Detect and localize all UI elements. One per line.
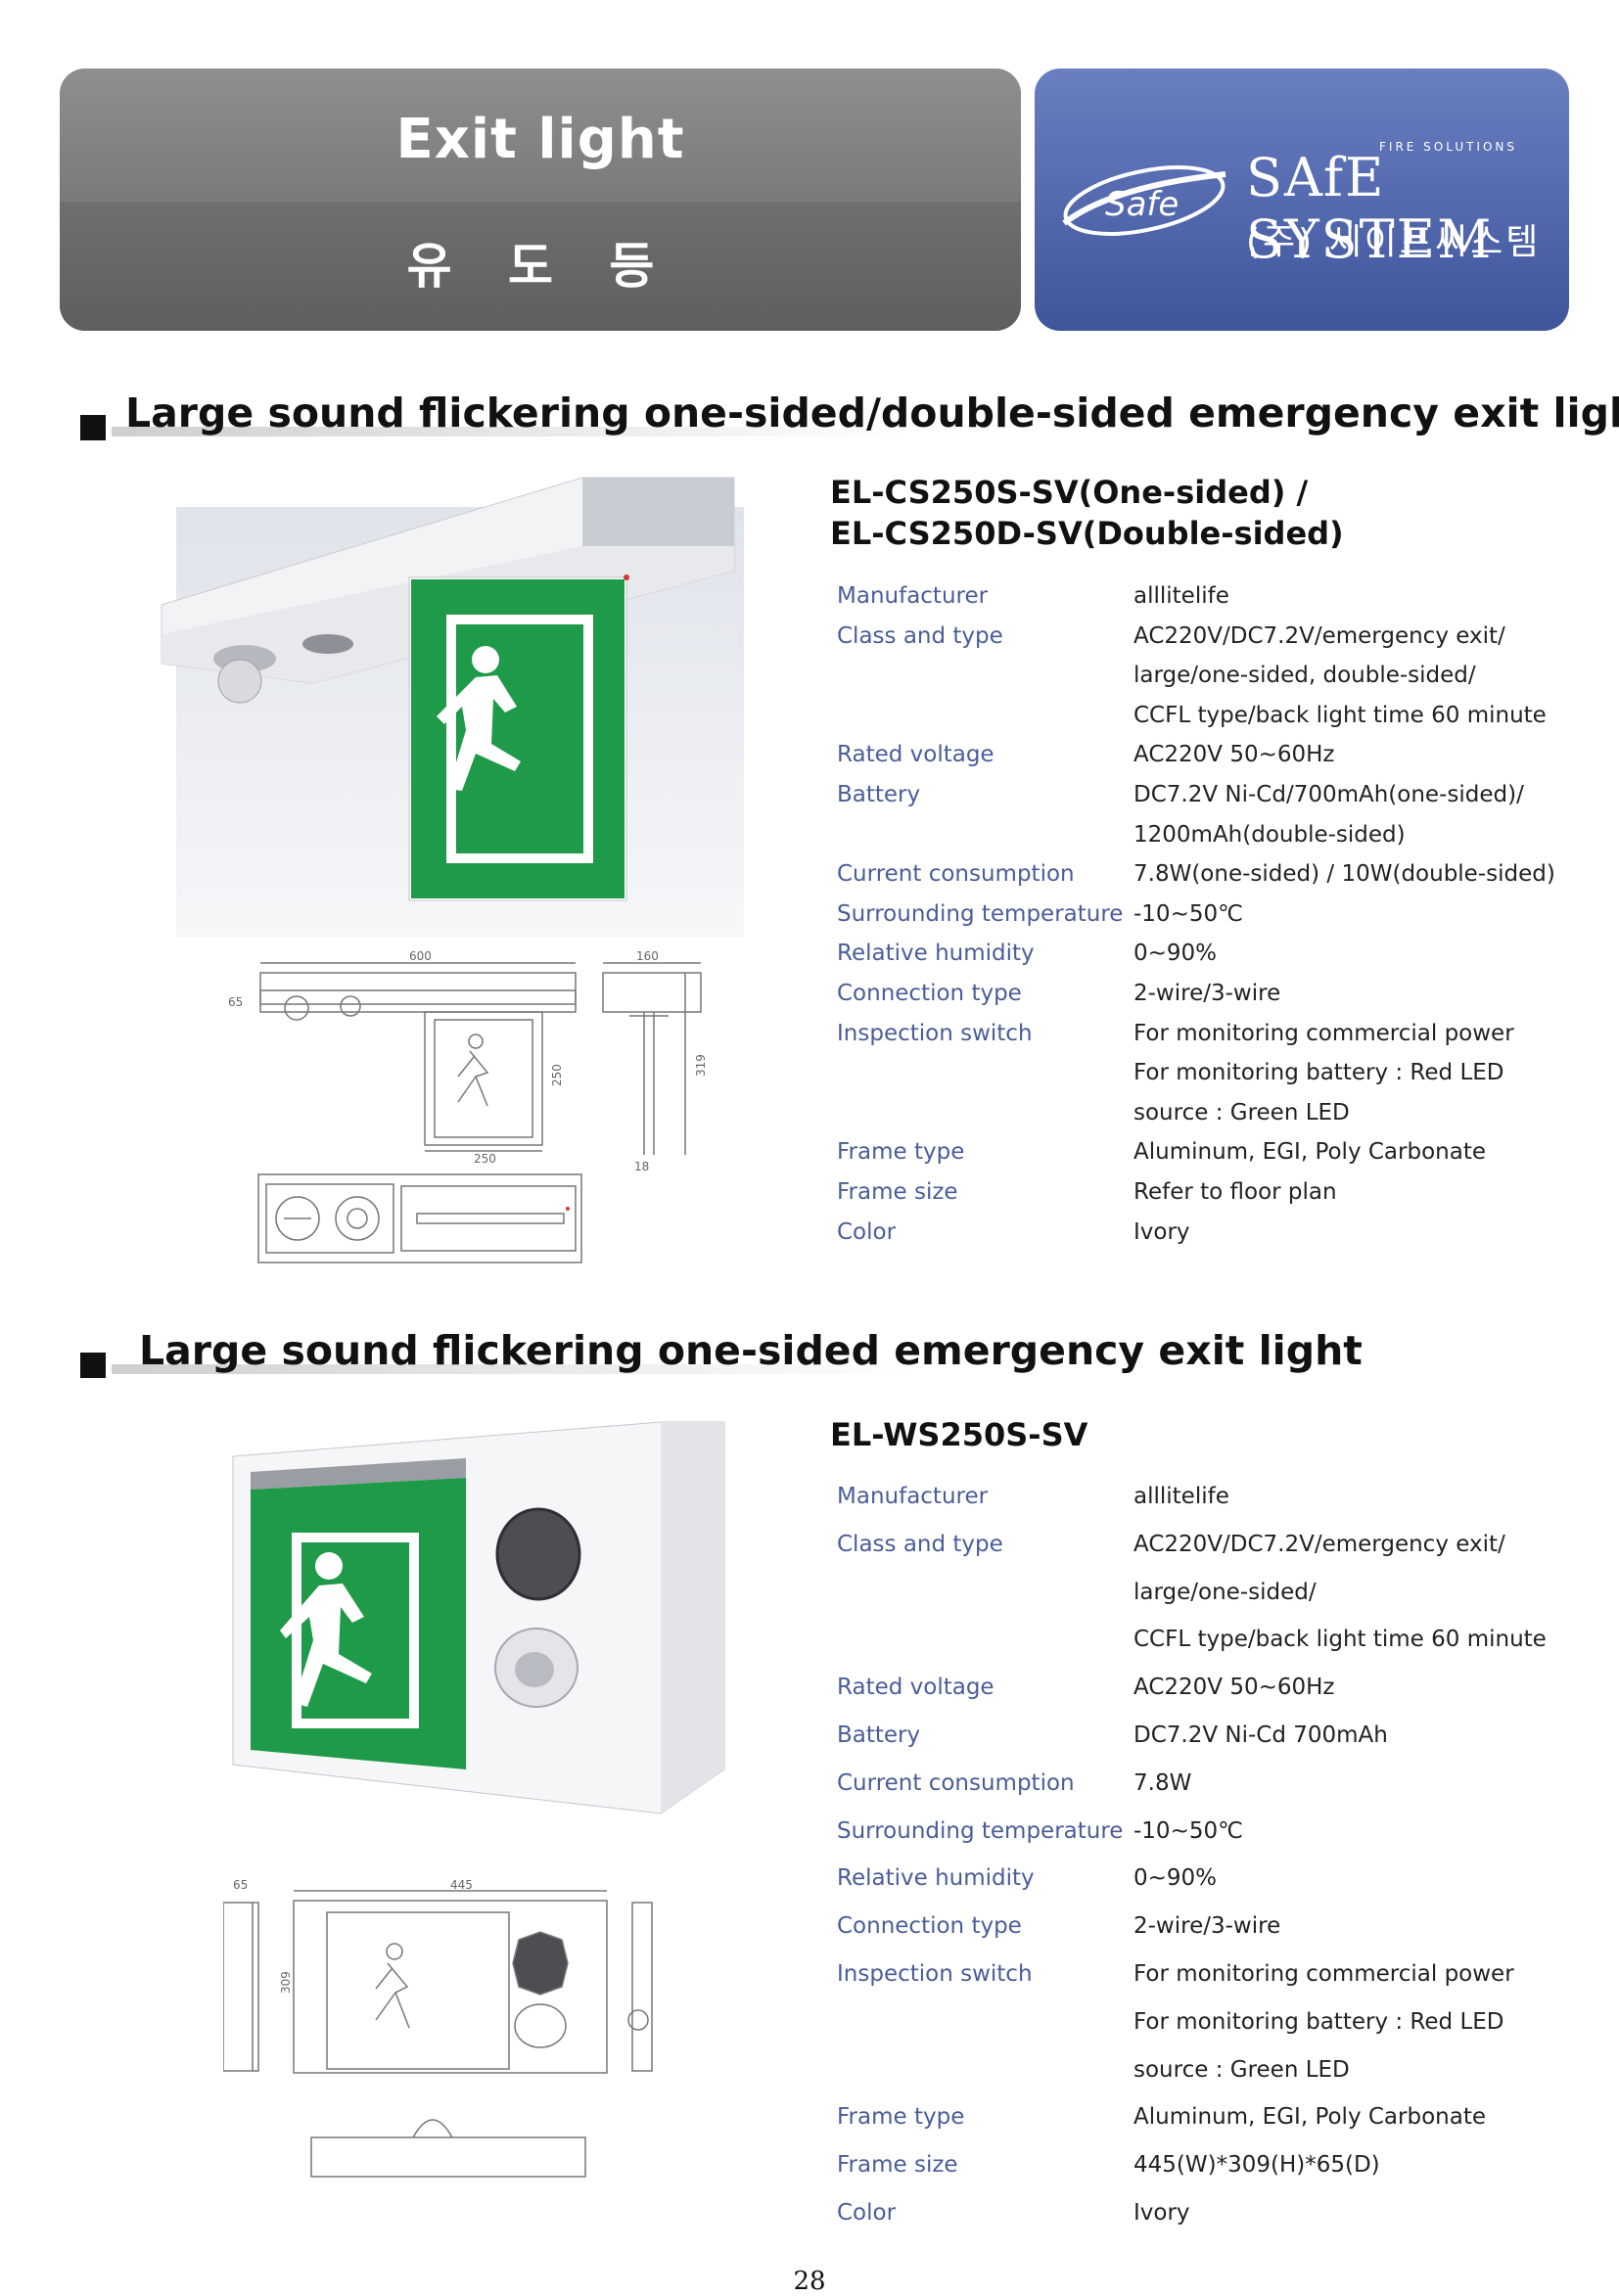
spec-value: 1200mAh(double-sided) [1133,821,1406,848]
section2-title: Large sound flickering one-sided emergen… [139,1327,1363,1374]
brand-name-korean: (주) 세이프씨스템 [1246,222,1542,262]
page-subtitle-korean: 유 도 등 [406,238,674,295]
dim-600: 600 [409,949,432,963]
spec-value: AC220V 50~60Hz [1133,742,1335,768]
product1-photo [117,468,744,938]
spec-label: Class and type [837,1531,1003,1557]
spec-value: DC7.2V Ni-Cd/700mAh(one-sided)/ [1133,782,1524,807]
product1-drawing: 600 160 65 250 250 319 18 [228,949,708,1263]
page-number: 28 [793,2267,826,2296]
spec-value: CCFL type/back light time 60 minute [1133,702,1547,728]
spec-value: 0~90% [1133,1865,1218,1892]
spec-value: 2-wire/3-wire [1133,1913,1281,1940]
spec-label: Frame type [837,1139,965,1166]
spec-label: Connection type [837,981,1022,1006]
section1-spec-table: Manufacturer alllitelife Class and type AC2… [837,583,1581,1259]
spec-value: Ivory [1133,2200,1190,2226]
section1-title: Large sound flickering one-sided/double-… [125,390,1619,436]
dim-309: 309 [279,1971,293,1994]
spec-value: 7.8W [1133,1769,1192,1796]
dim-319: 319 [694,1054,708,1077]
dim-18: 18 [634,1160,649,1173]
spec-value: DC7.2V Ni-Cd 700mAh [1133,1722,1388,1748]
spec-value: For monitoring commercial power [1133,1020,1514,1046]
spec-value: CCFL type/back light time 60 minute [1133,1627,1547,1653]
spec-label: Current consumption [837,861,1075,888]
spec-value: AC220V 50~60Hz [1133,1675,1335,1701]
safe-logo-icon: Safe [1062,165,1226,236]
page-title: Exit light [395,108,685,171]
spec-label: Manufacturer [837,1484,989,1509]
spec-label: Frame size [837,2152,958,2179]
spec-value: For monitoring battery : Red LED [1133,1060,1504,1086]
spec-label: Color [837,1218,897,1245]
dim-160: 160 [636,949,659,963]
spec-label: Class and type [837,622,1003,649]
section1-model: EL-CS250S-SV(One-sided) / EL-CS250D-SV(D… [830,472,1344,554]
spec-value: Aluminum, EGI, Poly Carbonate [1133,2104,1486,2131]
spec-value: -10~50℃ [1133,900,1243,927]
dim-65: 65 [228,995,243,1009]
section1-model-line1: EL-CS250S-SV(One-sided) / [830,474,1309,511]
spec-value: Refer to floor plan [1133,1179,1337,1205]
exit-sign-icon [251,1478,466,1769]
dim-250-vertical: 250 [550,1064,564,1086]
dim-250-horizontal: 250 [474,1152,496,1166]
spec-value: Aluminum, EGI, Poly Carbonate [1133,1139,1486,1166]
spec-value: large/one-sided/ [1133,1579,1317,1605]
spec-label: Surrounding temperature [837,900,1124,927]
spec-value: -10~50℃ [1133,1817,1243,1844]
spec-value: source : Green LED [1133,1099,1350,1125]
spec-label: Color [837,2200,897,2226]
spec-label: Battery [837,1722,921,1748]
spec-value: large/one-sided, double-sided/ [1133,663,1476,689]
section2-model: EL-WS250S-SV [830,1416,1088,1453]
spec-value: 2-wire/3-wire [1133,981,1281,1006]
spec-value: Ivory [1133,1218,1190,1245]
spec-value: alllitelife [1133,583,1229,609]
spec-label: Frame size [837,1179,958,1205]
spec-value: 7.8W(one-sided) / 10W(double-sided) [1133,861,1555,888]
exit-sign-icon [411,579,624,898]
spec-label: Rated voltage [837,742,995,768]
spec-label: Connection type [837,1913,1022,1940]
spec-label: Relative humidity [837,941,1035,967]
spec-label: Frame type [837,2104,965,2131]
spec-value: alllitelife [1133,1484,1229,1509]
spec-value: For monitoring commercial power [1133,1961,1514,1987]
spec-value: AC220V/DC7.2V/emergency exit/ [1133,1531,1505,1557]
section1-model-line2: EL-CS250D-SV(Double-sided) [830,515,1344,552]
spec-value: 445(W)*309(H)*65(D) [1133,2152,1380,2179]
product2-photo [232,1421,725,1814]
spec-value: 0~90% [1133,941,1218,967]
section-bullet-icon [80,1353,106,1378]
spec-label: Manufacturer [837,583,989,609]
spec-label: Rated voltage [837,1675,995,1701]
dim-65: 65 [233,1878,248,1892]
header-title-panel: Exit light 유 도 등 [60,69,1021,331]
section2-spec-table: Manufacturer alllitelife Class and type AC2… [837,1484,1581,2247]
spec-label: Surrounding temperature [837,1817,1124,1844]
spec-label: Inspection switch [837,1961,1033,1987]
logo-text: Safe [1105,185,1179,224]
spec-value: For monitoring battery : Red LED [1133,2008,1504,2035]
brand-panel: Safe FIRE SOLUTIONS SAfE SYSTEM (주) 세이프씨… [1035,69,1569,331]
section-bullet-icon [80,415,106,440]
spec-value: AC220V/DC7.2V/emergency exit/ [1133,622,1505,649]
product2-drawing: 65 445 309 [223,1878,653,2178]
spec-value: source : Green LED [1133,2056,1350,2083]
spec-label: Current consumption [837,1769,1075,1796]
spec-label: Inspection switch [837,1020,1033,1046]
spec-label: Battery [837,782,921,807]
dim-445: 445 [450,1878,473,1892]
spec-label: Relative humidity [837,1865,1035,1892]
